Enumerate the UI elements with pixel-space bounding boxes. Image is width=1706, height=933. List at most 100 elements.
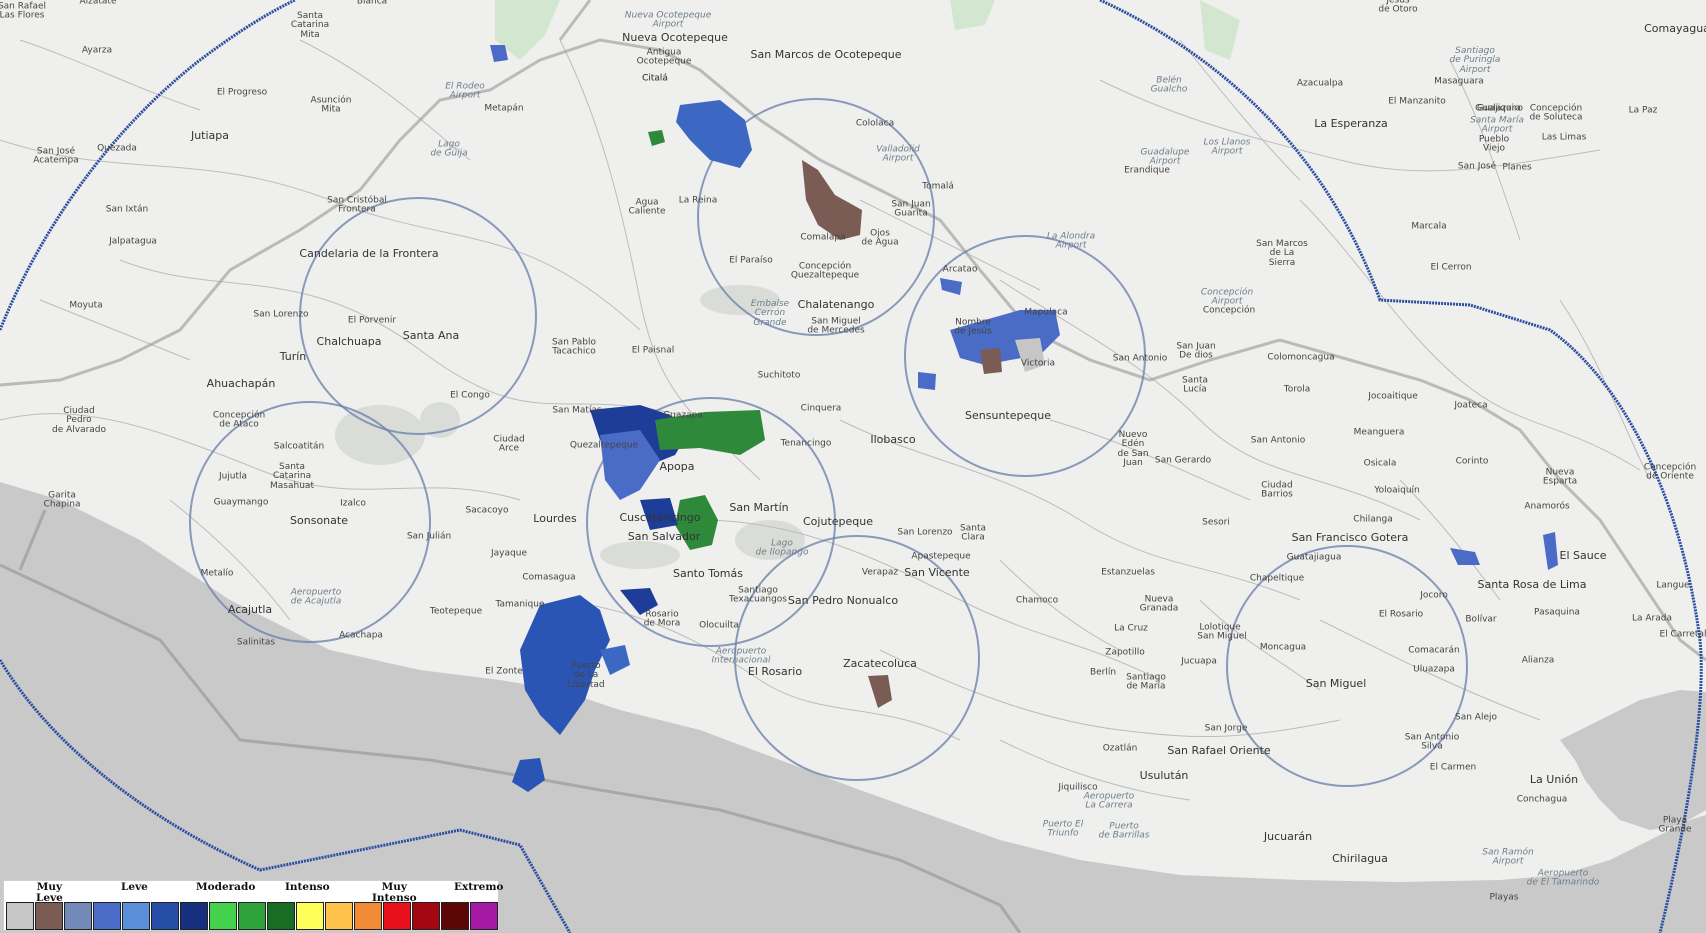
place-label-aeropuerto-el-salvador: Aeropuerto Internacional [711, 646, 771, 666]
place-label-lago-de-ilopango: Lago de Ilopango [755, 538, 809, 558]
place-label-la-paz: La Paz [1628, 105, 1658, 116]
place-label-nombre-de-jesus: Nombre de Jesús [954, 317, 992, 337]
legend-label-muy-leve: Muy Leve [36, 881, 63, 904]
legend-label-muy-intenso: Muy Intenso [372, 881, 417, 904]
place-label-el-cerron: El Cerron [1430, 262, 1472, 273]
place-label-jesus-de-otoro: Jesús de Otoro [1378, 0, 1418, 15]
radar-map[interactable] [0, 0, 1706, 933]
place-label-blanca: Blanca [356, 0, 388, 7]
place-label-moyuta: Moyuta [69, 300, 103, 311]
place-label-aeropuerto-la-carrera: Aeropuerto La Carrera [1083, 791, 1135, 811]
place-label-jucuapa: Jucuapa [1181, 656, 1217, 667]
place-label-el-manzanito: El Manzanito [1388, 96, 1446, 107]
place-label-comasagua: Comasagua [522, 572, 576, 583]
legend-swatch [354, 902, 382, 930]
place-label-guazapa: Guazapa [663, 410, 703, 421]
place-label-el-carretal: El Carretal [1659, 629, 1706, 640]
place-label-san-jorge: San Jorge [1204, 723, 1248, 734]
place-label-apopa: Apopa [659, 460, 695, 474]
place-label-yoloaiquin: Yoloaiquín [1374, 485, 1420, 496]
place-label-guatajiagua: Guatajiagua [1286, 552, 1342, 563]
place-label-tomala: Tomalá [922, 181, 954, 192]
place-label-sesori: Sesori [1202, 517, 1230, 528]
place-label-alianza: Alianza [1521, 655, 1555, 666]
place-label-san-marcos-de-ocotepeque: San Marcos de Ocotepeque [750, 48, 902, 62]
place-label-chapeltique: Chapeltique [1249, 573, 1305, 584]
place-label-ahuachapan: Ahuachapán [206, 377, 276, 391]
legend-color-scale [6, 902, 499, 930]
place-label-nuevo-eden-de-san-juan: Nuevo Edén de San Juan [1117, 430, 1149, 469]
place-label-la-reina: La Reina [678, 195, 718, 206]
place-label-comalapa: Comalapa [800, 232, 846, 243]
place-label-concepcion-de-soluteca: Concepción de Soluteca [1529, 103, 1583, 123]
place-label-guajiquiro-airport: Santiago de Puringla Airport [1449, 45, 1501, 75]
place-label-sacacoyo: Sacacoyo [465, 505, 509, 516]
place-label-concepcion-de-ataco: Concepción de Ataco [212, 410, 266, 430]
legend-label-leve: Leve [121, 881, 148, 893]
place-label-san-pablo-tacachico: San Pablo Tacachico [551, 337, 597, 357]
place-label-san-salvador: San Salvador [627, 530, 701, 544]
legend-swatch [238, 902, 266, 930]
place-label-san-miguel-de-mercedes: San Miguel de Mercedes [807, 316, 865, 336]
place-label-nueva-esparta: Nueva Esparta [1542, 467, 1578, 487]
place-label-langue: Langue [1656, 580, 1690, 591]
place-label-alzatate: Alzatate [79, 0, 117, 7]
place-label-el-rodeo-airport: El Rodeo Airport [445, 81, 485, 101]
place-label-el-paisnal: El Paisnal [631, 345, 675, 356]
place-label-santa-lucia: Santa Lucía [1182, 375, 1208, 395]
place-label-estanzuelas: Estanzuelas [1101, 567, 1155, 578]
legend-swatch [267, 902, 295, 930]
legend-swatch [122, 902, 150, 930]
place-label-anamoros: Anamorós [1524, 501, 1570, 512]
legend-swatch [470, 902, 498, 930]
place-label-el-rosario: El Rosario [747, 665, 803, 679]
legend-swatch [209, 902, 237, 930]
place-label-san-miguel: San Miguel [1305, 677, 1367, 691]
place-label-san-antonio-e: San Antonio [1250, 435, 1306, 446]
place-label-embalse-cerron-grande: Embalse Cerrón Grande [750, 298, 790, 328]
legend-swatch [64, 902, 92, 930]
place-label-guadalupe-airport: Guadalupe Airport [1140, 147, 1190, 167]
place-label-chilanga: Chilanga [1353, 514, 1393, 525]
place-label-chalchuapa: Chalchuapa [316, 335, 382, 349]
place-label-quezada: Quezada [97, 143, 137, 154]
place-label-san-marcos-de-la-sierra: San Marcos de La Sierra [1256, 238, 1308, 268]
place-label-san-gerardo: San Gerardo [1154, 455, 1212, 466]
place-label-marcala: Marcala [1411, 221, 1447, 232]
place-label-jayaque: Jayaque [491, 548, 527, 559]
place-label-conchagua: Conchagua [1516, 794, 1568, 805]
place-label-colomoncagua: Colomoncagua [1267, 352, 1335, 363]
place-label-izalco: Izalco [340, 498, 366, 509]
place-label-jocoaitique: Jocoaitique [1368, 391, 1418, 402]
place-label-santa-catarina-masahuat: Santa Catarina Masahuat [270, 461, 314, 491]
place-label-la-esperanza: La Esperanza [1314, 117, 1388, 131]
place-label-el-congo: El Congo [450, 390, 490, 401]
place-label-jucuaran: Jucuarán [1263, 830, 1313, 844]
legend-label-extremo: Extremo [454, 881, 504, 893]
place-label-corinto: Corinto [1455, 456, 1489, 467]
place-label-san-alejo: San Alejo [1455, 712, 1497, 723]
place-label-pasaquina: Pasaquina [1534, 607, 1580, 618]
place-label-san-ixtan: San Ixtán [105, 204, 149, 215]
place-label-puerto-de-barrillas: Puerto de Barrillas [1098, 821, 1150, 841]
place-label-bolivar: Bolívar [1465, 614, 1497, 625]
place-label-ilobasco: Ilobasco [870, 433, 916, 447]
place-label-salinitas: Salinitas [236, 637, 276, 648]
place-label-sensuntepeque: Sensuntepeque [965, 409, 1051, 423]
place-label-tenancingo: Tenancingo [780, 438, 832, 449]
place-label-cinquera: Cinquera [800, 403, 842, 414]
place-label-la-cruz: La Cruz [1114, 623, 1148, 634]
place-label-las-limas: Las Limas [1541, 132, 1587, 143]
place-label-teotepeque: Teotepeque [429, 606, 483, 617]
place-label-santa-ana: Santa Ana [402, 329, 460, 343]
place-label-valladolid-airport: Valladolid Airport [876, 144, 920, 164]
legend-swatch [151, 902, 179, 930]
place-label-metalio: Metalío [200, 568, 234, 579]
place-label-sonsonate: Sonsonate [290, 514, 348, 528]
place-label-usulutan: Usulután [1139, 769, 1189, 783]
place-label-san-vicente: San Vicente [904, 566, 970, 580]
place-label-antigua-ocotepeque: Antigua Ocotepeque [636, 47, 692, 67]
place-label-lourdes: Lourdes [533, 512, 577, 526]
place-label-san-jose-e: San José [1457, 161, 1497, 172]
place-label-turin: Turín [279, 350, 307, 364]
